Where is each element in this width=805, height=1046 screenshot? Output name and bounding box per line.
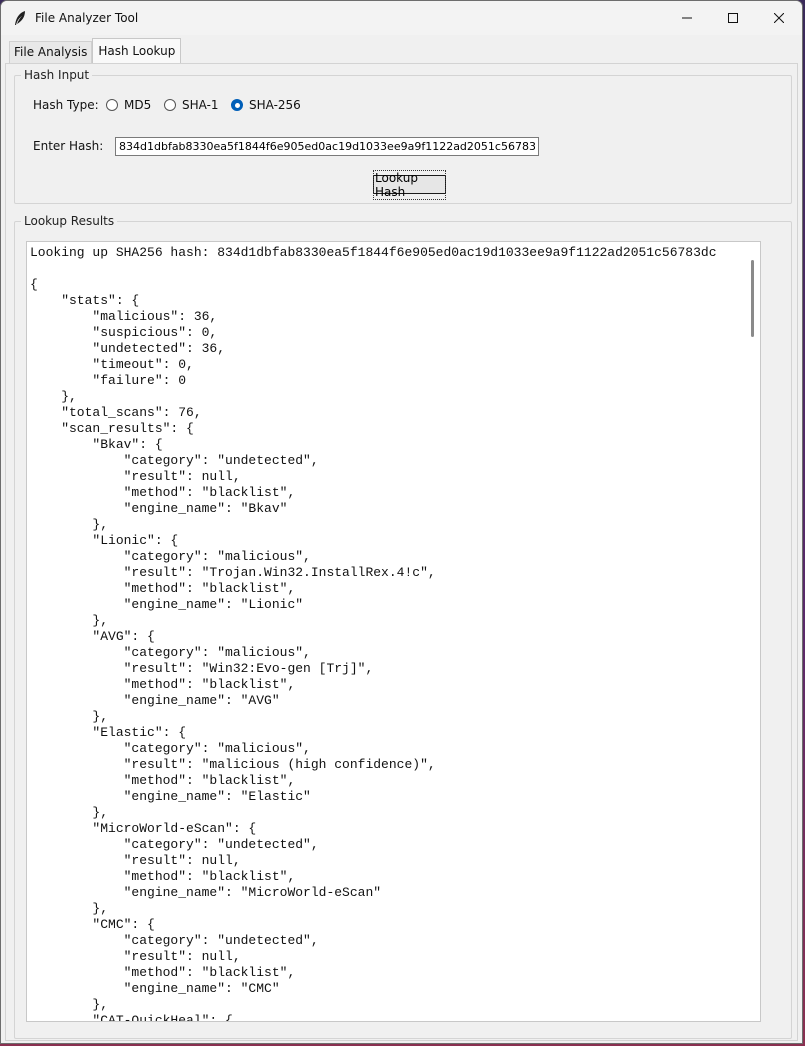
feather-icon: [15, 11, 25, 25]
tab-file-analysis[interactable]: File Analysis: [9, 41, 93, 63]
radio-md5-label: MD5: [124, 98, 152, 112]
radio-sha1[interactable]: SHA-1: [164, 98, 219, 112]
scroll-thumb[interactable]: [751, 260, 754, 337]
lookup-hash-button[interactable]: Lookup Hash: [373, 169, 446, 200]
lookup-hash-button-label: Lookup Hash: [373, 169, 446, 200]
lookup-results-group-label: Lookup Results: [21, 214, 118, 228]
minimize-button[interactable]: [664, 1, 710, 35]
lookup-results-group: Lookup Results Looking up SHA256 hash: 8…: [14, 214, 792, 1039]
hash-input-group-label: Hash Input: [21, 68, 93, 82]
hash-input-field[interactable]: [115, 137, 539, 156]
app-window: File Analyzer Tool File Analysis Hash Lo…: [0, 0, 803, 1044]
title-bar[interactable]: File Analyzer Tool: [1, 1, 802, 35]
radio-sha1-label: SHA-1: [182, 98, 219, 112]
results-scrollbar[interactable]: [744, 242, 760, 1021]
close-icon: [774, 13, 784, 23]
results-textarea[interactable]: Looking up SHA256 hash: 834d1dbfab8330ea…: [26, 241, 761, 1022]
maximize-icon: [728, 13, 738, 23]
hash-lookup-pane: Hash Input Hash Type: MD5 SHA-1 SHA-256 …: [5, 63, 798, 1041]
radio-sha256-label: SHA-256: [249, 98, 301, 112]
radio-sha1-indicator[interactable]: [164, 99, 176, 111]
close-button[interactable]: [756, 1, 802, 35]
radio-md5[interactable]: MD5: [106, 98, 151, 112]
window-title: File Analyzer Tool: [35, 11, 139, 25]
hash-type-label: Hash Type:: [33, 98, 99, 112]
radio-md5-indicator[interactable]: [106, 99, 118, 111]
radio-sha256-indicator[interactable]: [231, 99, 243, 111]
enter-hash-label: Enter Hash:: [33, 139, 104, 153]
maximize-button[interactable]: [710, 1, 756, 35]
tab-hash-lookup[interactable]: Hash Lookup: [92, 38, 182, 63]
results-output: Looking up SHA256 hash: 834d1dbfab8330ea…: [30, 245, 717, 1022]
minimize-icon: [682, 17, 692, 19]
radio-sha256[interactable]: SHA-256: [231, 98, 301, 112]
hash-input-group: Hash Input Hash Type: MD5 SHA-1 SHA-256 …: [14, 68, 792, 204]
tab-bar: File Analysis Hash Lookup: [9, 38, 182, 63]
window-controls: [664, 1, 802, 35]
